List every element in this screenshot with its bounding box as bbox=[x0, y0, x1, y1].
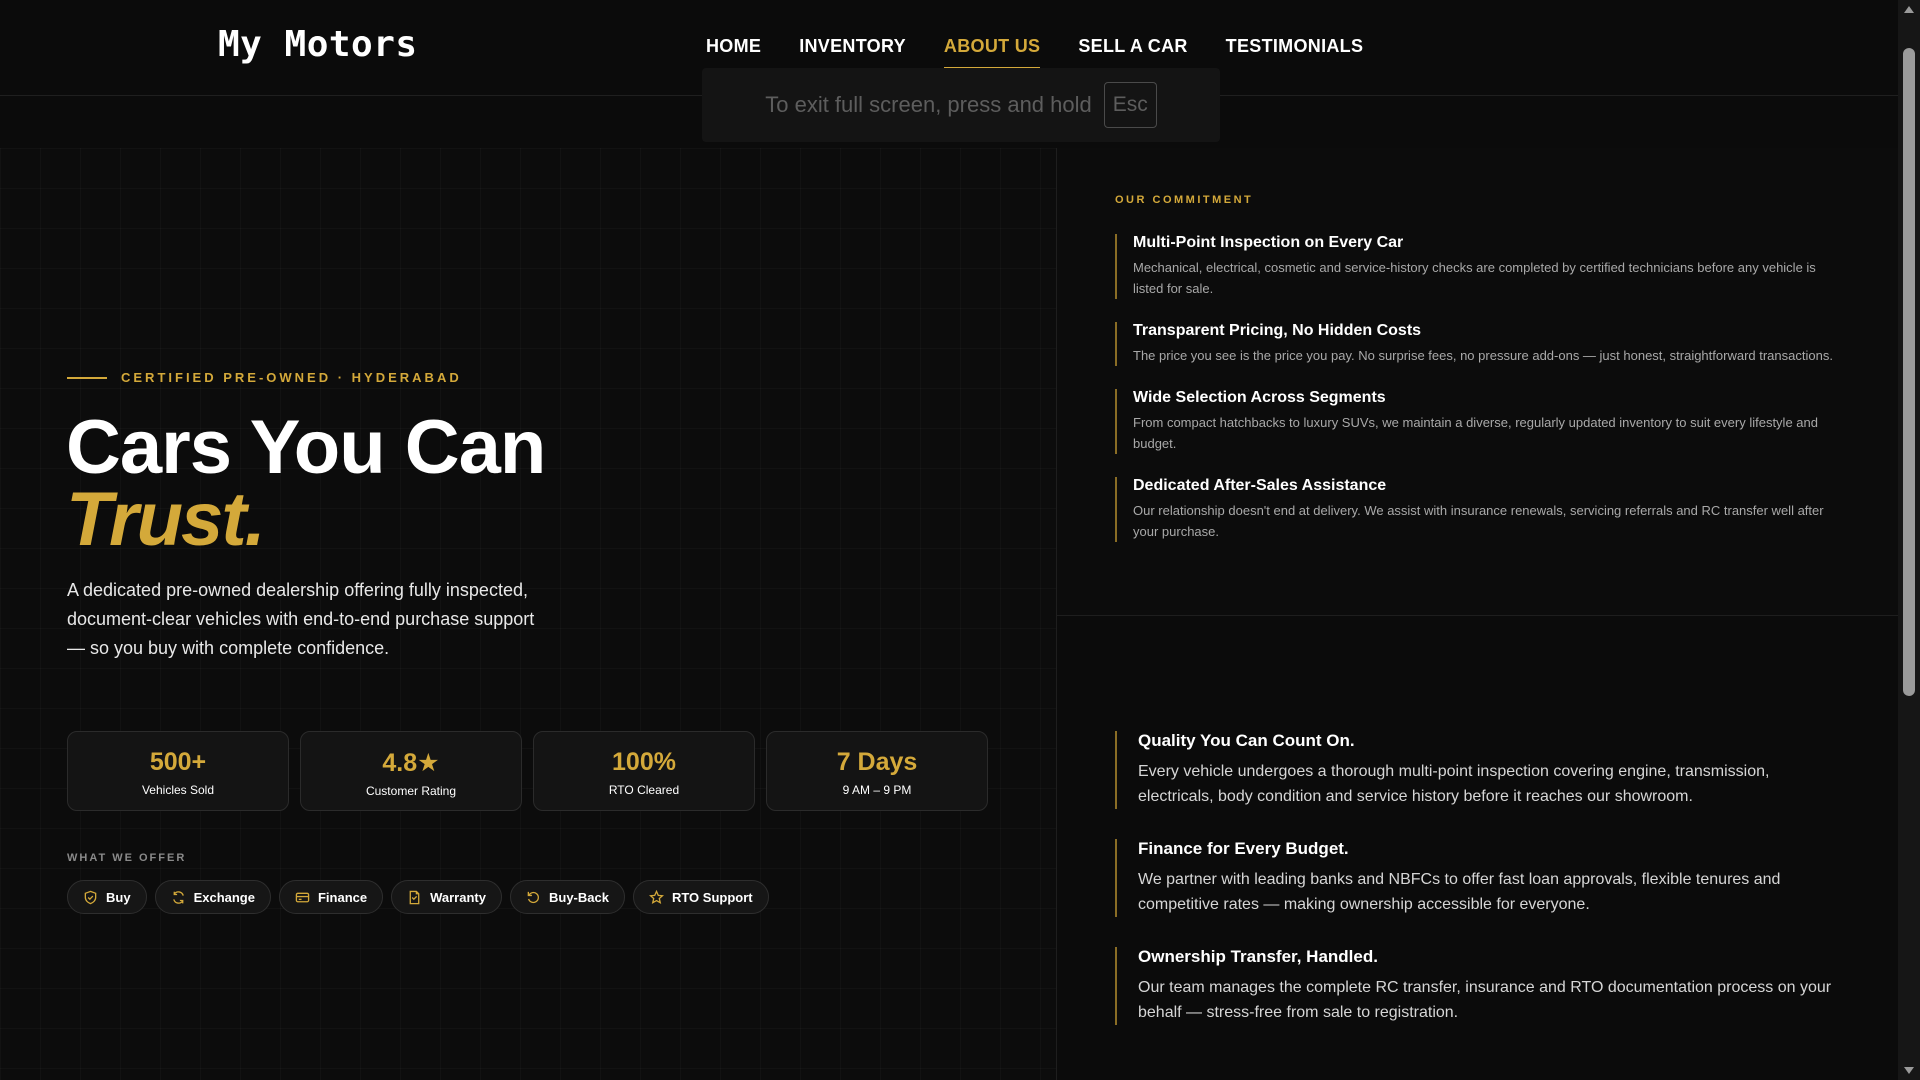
stat-label: Vehicles Sold bbox=[141, 783, 215, 797]
offer-title: WHAT WE OFFER bbox=[67, 852, 187, 864]
stat-value: 4.8★ bbox=[382, 749, 440, 777]
feature-item: Quality You Can Count On. Every vehicle … bbox=[1115, 731, 1845, 809]
stat-label: RTO Cleared bbox=[608, 783, 680, 797]
offer-chip-warranty[interactable]: Warranty bbox=[391, 880, 502, 914]
offer-chips: Buy Exchange Finance Warranty Buy-Back R… bbox=[67, 880, 769, 914]
feature-text: We partner with leading banks and NBFCs … bbox=[1138, 871, 1781, 913]
document-icon bbox=[409, 890, 420, 904]
commitment-item: Transparent Pricing, No Hidden Costs The… bbox=[1115, 322, 1845, 366]
chip-label: Exchange bbox=[193, 889, 255, 905]
stat-value: 100% bbox=[612, 748, 676, 776]
feature-text: Our team manages the complete RC transfe… bbox=[1138, 979, 1832, 1021]
commitment-item-text: Our relationship doesn't end at delivery… bbox=[1133, 503, 1824, 539]
commitment-item-title: Wide Selection Across Segments bbox=[1133, 389, 1386, 406]
offer-chip-buy-back[interactable]: Buy-Back bbox=[509, 880, 625, 914]
refresh-icon bbox=[172, 890, 184, 904]
hero-section: CERTIFIED PRE-OWNED · HYDERABAD Cars You… bbox=[0, 148, 1057, 1080]
nav-sell-a-car[interactable]: SELL A CAR bbox=[1078, 36, 1187, 69]
commitment-item-title: Multi-Point Inspection on Every Car bbox=[1133, 234, 1404, 251]
page-scrollbar[interactable] bbox=[1898, 0, 1920, 1080]
chip-label: Buy-Back bbox=[548, 889, 609, 905]
scrollbar-thumb[interactable] bbox=[1903, 48, 1915, 696]
offer-chip-finance[interactable]: Finance bbox=[278, 880, 384, 914]
stat-card: 4.8★ Customer Rating bbox=[300, 731, 522, 811]
commitment-item: Dedicated After-Sales Assistance Our rel… bbox=[1115, 477, 1845, 542]
commitment-item-text: Mechanical, electrical, cosmetic and ser… bbox=[1133, 260, 1816, 296]
undo-icon bbox=[527, 891, 539, 903]
scroll-down-arrow[interactable] bbox=[1904, 1067, 1914, 1074]
feature-item: Ownership Transfer, Handled. Our team ma… bbox=[1115, 947, 1845, 1025]
card-icon bbox=[295, 892, 310, 902]
hero-description: A dedicated pre-owned dealership offerin… bbox=[67, 580, 535, 658]
stat-value: 7 Days bbox=[836, 748, 918, 776]
feature-text: Every vehicle undergoes a thorough multi… bbox=[1138, 763, 1770, 805]
features-panel: Quality You Can Count On. Every vehicle … bbox=[1057, 616, 1898, 1080]
fullscreen-notice-text: To exit full screen, press and hold bbox=[765, 92, 1092, 117]
commitment-item-text: The price you see is the price you pay. … bbox=[1133, 348, 1833, 363]
chip-label: RTO Support bbox=[671, 889, 753, 905]
hero-eyebrow: CERTIFIED PRE-OWNED · HYDERABAD bbox=[67, 370, 462, 385]
feature-title: Finance for Every Budget. bbox=[1138, 839, 1349, 858]
chip-label: Finance bbox=[317, 889, 368, 905]
stat-label: 9 AM – 9 PM bbox=[842, 783, 912, 797]
eyebrow-line bbox=[67, 376, 107, 379]
nav-home[interactable]: HOME bbox=[706, 36, 761, 69]
stats-row: 500+ Vehicles Sold 4.8★ Customer Rating … bbox=[67, 731, 988, 811]
site-logo[interactable]: My Motors bbox=[218, 24, 418, 65]
esc-key-hint: Esc bbox=[1103, 82, 1157, 128]
commitment-item-title: Dedicated After-Sales Assistance bbox=[1133, 477, 1387, 494]
stat-card: 500+ Vehicles Sold bbox=[67, 731, 289, 811]
feature-item: Finance for Every Budget. We partner wit… bbox=[1115, 839, 1845, 917]
features-list: Quality You Can Count On. Every vehicle … bbox=[1115, 731, 1845, 1055]
scroll-up-arrow[interactable] bbox=[1904, 6, 1914, 13]
hero-headline: Cars You Can Trust. bbox=[66, 405, 546, 562]
offer-chip-rto-support[interactable]: RTO Support bbox=[632, 880, 769, 914]
star-icon bbox=[648, 889, 664, 904]
nav-about-us[interactable]: ABOUT US bbox=[943, 36, 1041, 69]
main-menu: HOME INVENTORY ABOUT US SELL A CAR TESTI… bbox=[706, 36, 1363, 69]
offer-chip-buy[interactable]: Buy bbox=[67, 880, 147, 914]
nav-inventory[interactable]: INVENTORY bbox=[799, 36, 906, 69]
chip-label: Buy bbox=[106, 889, 131, 905]
commitment-item: Wide Selection Across Segments From comp… bbox=[1115, 389, 1845, 454]
stat-card: 7 Days 9 AM – 9 PM bbox=[766, 731, 988, 811]
eyebrow-text: CERTIFIED PRE-OWNED · HYDERABAD bbox=[121, 370, 462, 385]
commitment-title: OUR COMMITMENT bbox=[1115, 194, 1254, 206]
commitment-item-text: From compact hatchbacks to luxury SUVs, … bbox=[1133, 415, 1818, 451]
commitment-item-title: Transparent Pricing, No Hidden Costs bbox=[1133, 322, 1422, 339]
stat-value: 500+ bbox=[149, 748, 207, 776]
nav-testimonials[interactable]: TESTIMONIALS bbox=[1226, 36, 1364, 69]
feature-title: Ownership Transfer, Handled. bbox=[1138, 947, 1378, 966]
feature-title: Quality You Can Count On. bbox=[1138, 731, 1355, 750]
commitment-list: Multi-Point Inspection on Every Car Mech… bbox=[1115, 234, 1845, 565]
stat-card: 100% RTO Cleared bbox=[533, 731, 755, 811]
commitment-panel: OUR COMMITMENT Multi-Point Inspection on… bbox=[1057, 148, 1898, 616]
offer-chip-exchange[interactable]: Exchange bbox=[154, 880, 271, 914]
headline-line-1: Cars You Can bbox=[66, 405, 546, 490]
stat-label: Customer Rating bbox=[365, 784, 457, 798]
commitment-item: Multi-Point Inspection on Every Car Mech… bbox=[1115, 234, 1845, 299]
shield-icon bbox=[84, 890, 97, 904]
fullscreen-exit-notice: To exit full screen, press and hold Esc bbox=[702, 68, 1220, 142]
headline-line-2: Trust. bbox=[66, 477, 266, 562]
chip-label: Warranty bbox=[430, 889, 486, 905]
